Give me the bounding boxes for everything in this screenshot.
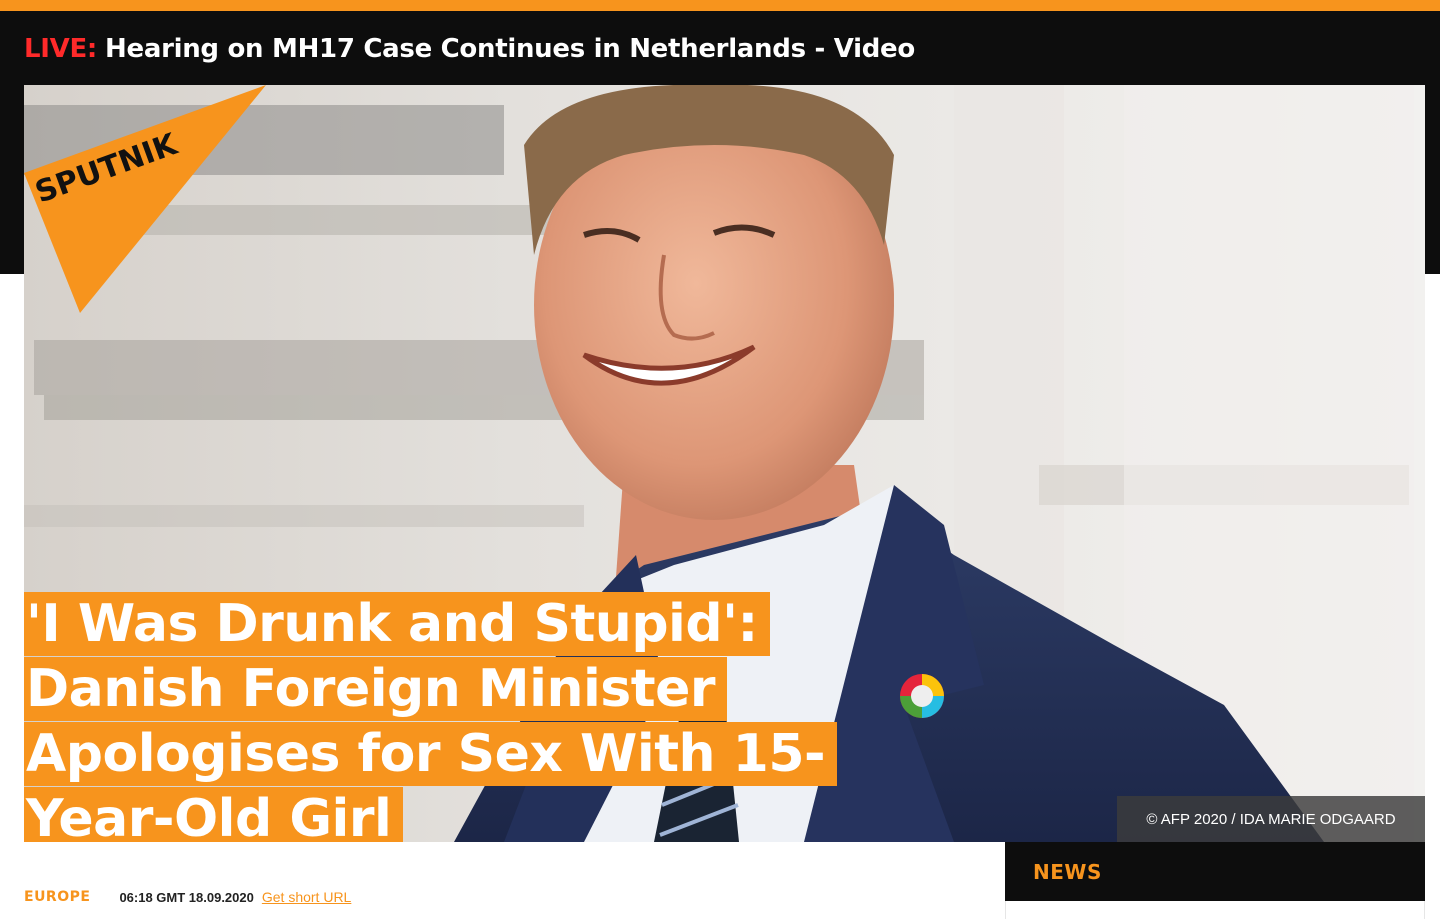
live-headline[interactable]: Hearing on MH17 Case Continues in Nether…: [105, 34, 915, 64]
top-accent-stripe: [0, 0, 1440, 11]
photo-credit: © AFP 2020 / IDA MARIE ODGAARD: [1117, 796, 1425, 842]
headline-line: 'I Was Drunk and Stupid':: [24, 592, 770, 656]
sputnik-logo-icon[interactable]: SPUTNIK: [24, 85, 269, 315]
category-link[interactable]: EUROPE: [24, 889, 90, 905]
article-headline[interactable]: 'I Was Drunk and Stupid': Danish Foreign…: [24, 592, 924, 842]
news-sidebar-title: NEWS: [1033, 859, 1102, 884]
short-url-link[interactable]: Get short URL: [262, 889, 351, 905]
headline-line: Year-Old Girl: [24, 787, 404, 842]
article-meta: EUROPE 06:18 GMT 18.09.2020 Get short UR…: [24, 886, 351, 908]
publish-datetime: 06:18 GMT 18.09.2020: [119, 889, 254, 905]
news-sidebar-header[interactable]: NEWS: [1005, 842, 1425, 901]
headline-line: Danish Foreign Minister: [24, 657, 728, 721]
live-label: LIVE:: [24, 34, 98, 64]
hero-image: SPUTNIK 'I Was Drunk and Stupid': Danish…: [24, 85, 1425, 842]
live-news-ticker[interactable]: LIVE: Hearing on MH17 Case Continues in …: [24, 30, 915, 68]
headline-line: Apologises for Sex With 15-: [24, 722, 838, 786]
news-sidebar-body: [1005, 901, 1425, 919]
